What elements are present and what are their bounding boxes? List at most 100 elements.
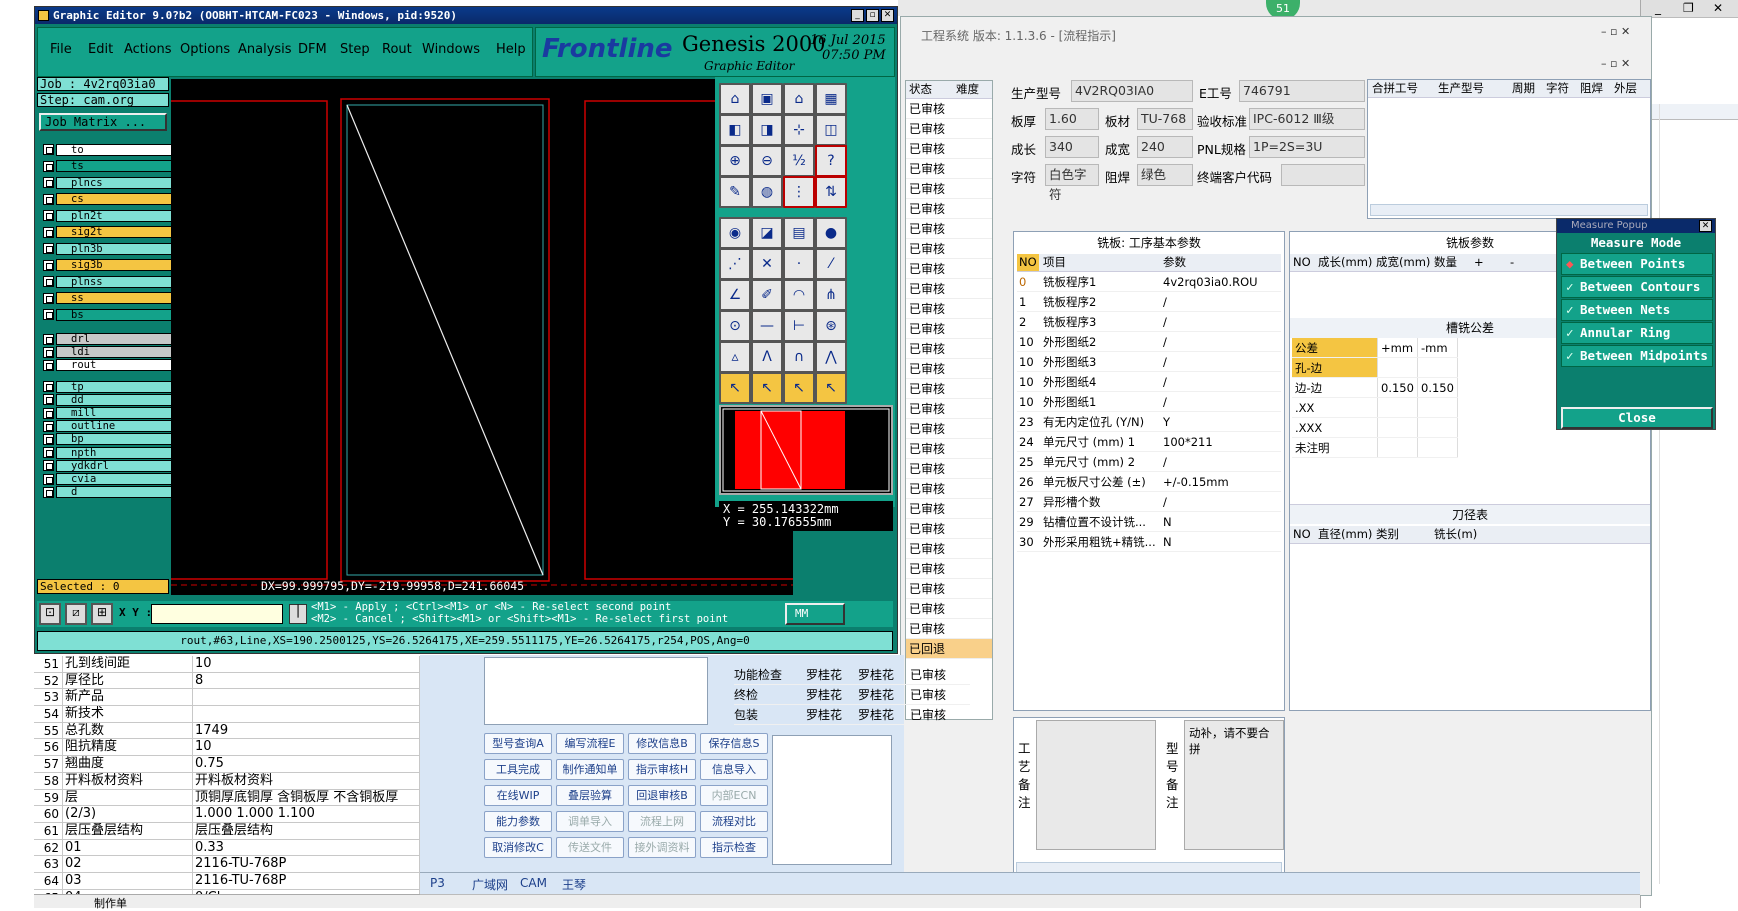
layer-checkbox[interactable]: [43, 309, 54, 320]
layer-row[interactable]: sig2t: [43, 226, 175, 239]
slot-tol-col[interactable]: +mm: [1378, 338, 1418, 357]
menu-options[interactable]: Options: [180, 42, 230, 57]
sync-icon[interactable]: ⇅: [815, 176, 847, 208]
circle-icon[interactable]: ●: [815, 217, 847, 249]
overview-map[interactable]: [719, 405, 893, 495]
snap-icon[interactable]: ◉: [719, 217, 751, 249]
units-select[interactable]: MM: [785, 603, 845, 625]
layer-checkbox[interactable]: [43, 333, 54, 345]
arc-icon[interactable]: ◠: [783, 279, 815, 311]
graphic-canvas[interactable]: DX=99.999795,DY=-219.99958,D=241.66045: [171, 79, 793, 595]
house-icon[interactable]: ⌂: [783, 83, 815, 115]
state-cell[interactable]: 已审核: [906, 479, 992, 499]
table-row[interactable]: 未注明: [1292, 438, 1458, 458]
action-button[interactable]: 编写流程E: [556, 733, 624, 754]
layer-row[interactable]: pln3b: [43, 242, 175, 255]
tool-col[interactable]: 直径(mm): [1318, 526, 1376, 543]
snap-diagonal-icon[interactable]: ⧄: [65, 603, 87, 625]
sheet-cell[interactable]: 02: [62, 856, 192, 872]
maximize-icon[interactable]: ▫: [866, 9, 879, 22]
layer-row[interactable]: ldi: [43, 346, 175, 359]
layer-checkbox[interactable]: [43, 259, 54, 271]
layer-checkbox[interactable]: [43, 420, 54, 432]
fit-all-icon[interactable]: ⊕: [719, 145, 751, 177]
layer-row[interactable]: cs: [43, 193, 175, 206]
sheet-cell[interactable]: 0.33: [192, 839, 420, 856]
wrench-icon[interactable]: ✎: [719, 176, 751, 208]
table-row[interactable]: 10 外形图纸3 /: [1017, 352, 1281, 372]
sheet-cell[interactable]: 0.75: [192, 756, 420, 772]
action-button[interactable]: 指示检查: [700, 837, 768, 858]
layer-row[interactable]: ydkdrl: [43, 459, 175, 472]
mill-params-col[interactable]: +: [1474, 254, 1510, 271]
layer-row[interactable]: plncs: [43, 176, 175, 189]
state-cell[interactable]: 已审核: [906, 179, 992, 199]
layer-checkbox[interactable]: [43, 276, 54, 287]
layer-checkbox[interactable]: [43, 447, 54, 459]
pin-icon[interactable]: ◍: [751, 176, 783, 208]
table-row[interactable]: 1 铣板程序2 /: [1017, 292, 1281, 312]
measure-option[interactable]: ✓ Between Contours: [1561, 276, 1713, 298]
state-cell[interactable]: 已审核: [906, 279, 992, 299]
menu-edit[interactable]: Edit: [88, 42, 113, 57]
mill-col[interactable]: 参数: [1163, 254, 1273, 271]
standard-field[interactable]: IPC-6012 Ⅲ级: [1249, 108, 1365, 130]
layer-checkbox[interactable]: [43, 433, 54, 445]
pnl-field[interactable]: 1P=2S=3U: [1249, 136, 1365, 158]
slot-tol-col[interactable]: -mm: [1418, 338, 1458, 357]
state-cell[interactable]: 已审核: [906, 219, 992, 239]
layer-row[interactable]: plnss: [43, 275, 175, 288]
table-row[interactable]: 10 外形图纸1 /: [1017, 392, 1281, 412]
mill-params-col[interactable]: -: [1510, 254, 1546, 271]
state-cell[interactable]: 已审核: [906, 339, 992, 359]
erp-child-buttons[interactable]: – ▫ ✕: [1601, 57, 1630, 70]
measure-close-button[interactable]: Close: [1561, 407, 1713, 429]
sheet-cell[interactable]: [192, 689, 420, 706]
fit-horizontal-icon[interactable]: ⊖: [751, 145, 783, 177]
sheet-row[interactable]: 61 层压叠层结构 层压叠层结构: [34, 822, 420, 840]
table-row[interactable]: .XX: [1292, 398, 1458, 418]
sheet-cell[interactable]: 开料板材资料: [192, 772, 420, 789]
action-button[interactable]: 回退审核B: [628, 785, 696, 806]
slot-tol-col[interactable]: 公差: [1292, 338, 1378, 357]
layer-row[interactable]: drl: [43, 333, 175, 346]
tool-col[interactable]: NO: [1290, 526, 1318, 543]
table-row[interactable]: 10 外形图纸2 /: [1017, 332, 1281, 352]
state-cell[interactable]: 已审核: [906, 559, 992, 579]
mill-params-col[interactable]: NO: [1290, 254, 1318, 271]
line-point-icon[interactable]: ⁄: [815, 248, 847, 280]
angle-icon[interactable]: ∠: [719, 279, 751, 311]
layer-checkbox[interactable]: [43, 486, 54, 498]
grid-icon[interactable]: ⊞: [91, 603, 113, 625]
action-button[interactable]: 流程对比: [700, 811, 768, 832]
restore-icon[interactable]: ❐: [1683, 1, 1694, 15]
state-cell[interactable]: 已审核: [906, 99, 992, 119]
state-cell[interactable]: 已审核: [906, 259, 992, 279]
layer-row[interactable]: ss: [43, 292, 175, 305]
layer-row[interactable]: sig3b: [43, 259, 175, 272]
sheet-cell[interactable]: 10: [192, 656, 420, 672]
flow-row[interactable]: 终检 罗桂花 罗桂花 已审核: [734, 685, 970, 705]
thickness-field[interactable]: 1.60: [1045, 108, 1099, 130]
tab-cam[interactable]: CAM: [520, 876, 547, 890]
table-row[interactable]: .XXX: [1292, 418, 1458, 438]
merge-scrollbar[interactable]: [1370, 204, 1648, 216]
action-button[interactable]: 取消修改C: [484, 837, 552, 858]
point-icon[interactable]: ⋅: [783, 248, 815, 280]
cross-icon[interactable]: ✕: [751, 248, 783, 280]
flow-row[interactable]: 功能检查 罗桂花 罗桂花 已审核: [734, 665, 970, 685]
sheet-cell[interactable]: 翘曲度: [62, 756, 192, 772]
layer-row[interactable]: bp: [43, 433, 175, 446]
menu-help[interactable]: Help: [496, 42, 526, 57]
sheet-row[interactable]: 59 层顶铜厚底铜厚 含铜板厚 不含铜板厚: [34, 789, 420, 807]
tab-wan[interactable]: 广域网: [472, 876, 508, 893]
layer-checkbox[interactable]: [43, 210, 54, 221]
sheet-tab[interactable]: 制作单: [34, 894, 420, 910]
stack-icon[interactable]: ◫: [815, 114, 847, 146]
state-cell[interactable]: 已审核: [906, 439, 992, 459]
layer-row[interactable]: pln2t: [43, 209, 175, 222]
silk-field[interactable]: 白色字符: [1045, 164, 1099, 202]
sheet-row[interactable]: 55 总孔数 1749: [34, 722, 420, 740]
layer-checkbox[interactable]: [43, 473, 54, 485]
menu-step[interactable]: Step: [340, 42, 370, 57]
